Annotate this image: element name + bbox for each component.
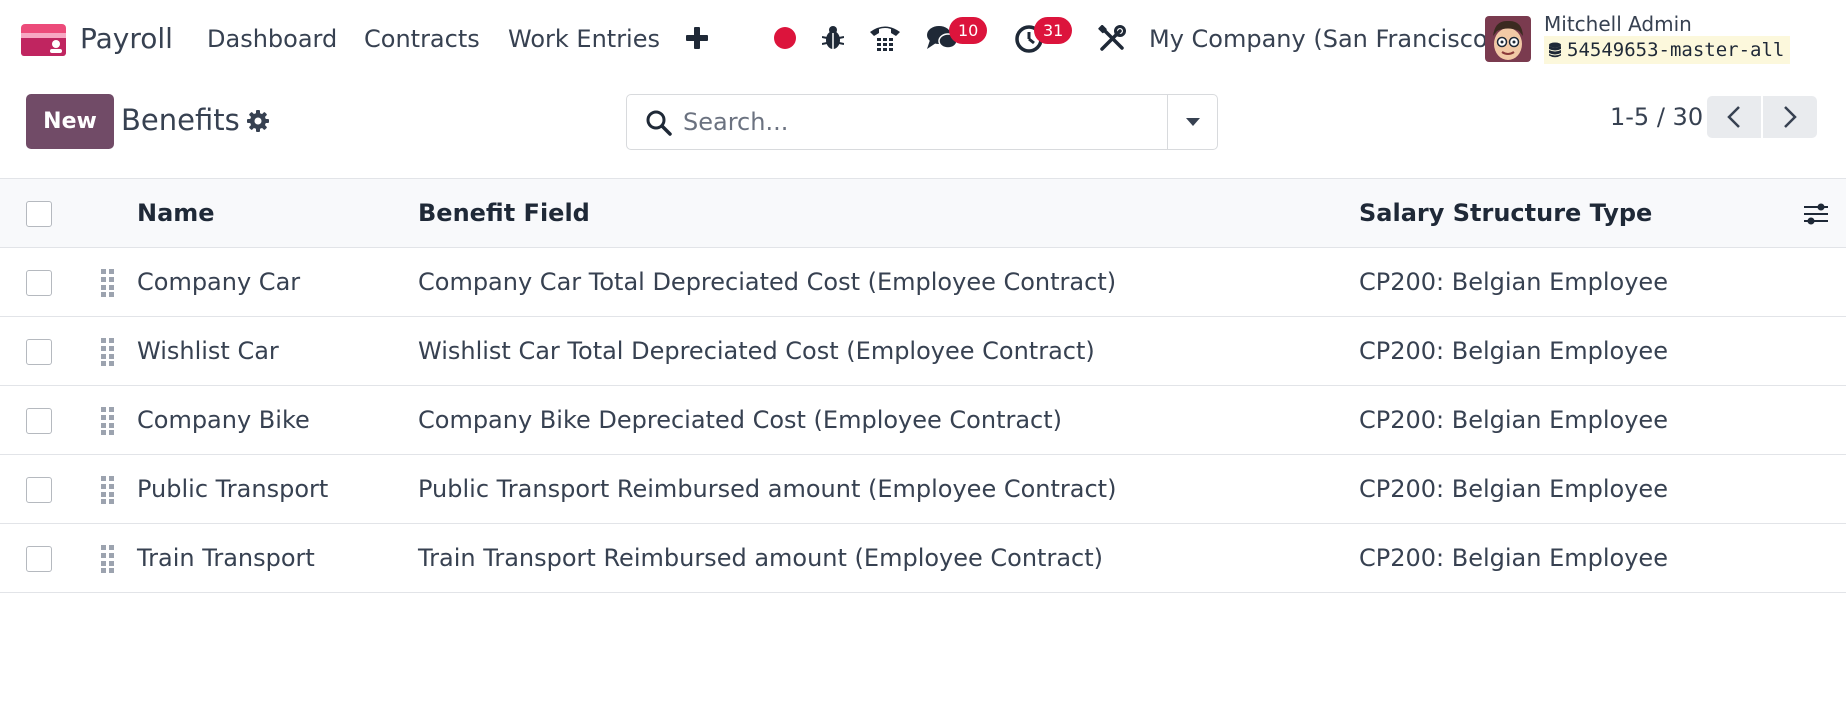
cell-name: Train Transport bbox=[137, 544, 315, 572]
cell-salary-structure-type: CP200: Belgian Employee bbox=[1359, 268, 1668, 296]
drag-handle-icon[interactable] bbox=[100, 406, 115, 435]
database-icon bbox=[1549, 42, 1561, 58]
caret-down-icon bbox=[1185, 118, 1200, 126]
app-name[interactable]: Payroll bbox=[80, 22, 173, 55]
row-checkbox[interactable] bbox=[26, 270, 52, 296]
phone-icon[interactable] bbox=[868, 23, 902, 53]
table-header: Name Benefit Field Salary Structure Type bbox=[0, 179, 1846, 248]
drag-handle-icon[interactable] bbox=[100, 544, 115, 573]
gear-icon[interactable] bbox=[247, 110, 269, 132]
table-row[interactable]: Company Bike Company Bike Depreciated Co… bbox=[0, 386, 1846, 455]
cell-benefit-field: Train Transport Reimbursed amount (Emplo… bbox=[418, 544, 1104, 572]
cell-benefit-field: Wishlist Car Total Depreciated Cost (Emp… bbox=[418, 337, 1095, 365]
top-navbar: Payroll Dashboard Contracts Work Entries bbox=[0, 0, 1846, 78]
search-options-toggle[interactable] bbox=[1167, 95, 1217, 149]
company-switcher[interactable]: My Company (San Francisco) bbox=[1149, 25, 1497, 53]
drag-handle-icon[interactable] bbox=[100, 337, 115, 366]
cell-benefit-field: Public Transport Reimbursed amount (Empl… bbox=[418, 475, 1117, 503]
menu-dashboard[interactable]: Dashboard bbox=[207, 25, 337, 53]
user-name[interactable]: Mitchell Admin bbox=[1544, 12, 1692, 36]
column-header-benefit-field[interactable]: Benefit Field bbox=[418, 199, 590, 227]
drag-handle-icon[interactable] bbox=[100, 475, 115, 504]
row-checkbox[interactable] bbox=[26, 477, 52, 503]
pager-value[interactable]: 1-5 / 30 bbox=[1610, 103, 1703, 131]
search-icon bbox=[646, 110, 672, 136]
row-checkbox[interactable] bbox=[26, 546, 52, 572]
select-all-checkbox[interactable] bbox=[26, 201, 52, 227]
column-header-salary-structure-type[interactable]: Salary Structure Type bbox=[1359, 199, 1652, 227]
cell-name: Company Bike bbox=[137, 406, 310, 434]
cell-name: Wishlist Car bbox=[137, 337, 279, 365]
activities-badge: 31 bbox=[1034, 17, 1073, 44]
tools-icon[interactable] bbox=[1098, 25, 1126, 53]
search-bar bbox=[626, 94, 1218, 150]
database-name: 54549653-master-all bbox=[1567, 39, 1785, 61]
pager-previous-button[interactable] bbox=[1707, 96, 1761, 138]
pager-next-button[interactable] bbox=[1763, 96, 1817, 138]
row-checkbox[interactable] bbox=[26, 339, 52, 365]
menu-contracts[interactable]: Contracts bbox=[364, 25, 480, 53]
cell-name: Company Car bbox=[137, 268, 301, 296]
chevron-right-icon bbox=[1784, 106, 1797, 128]
recording-dot-icon[interactable] bbox=[774, 27, 796, 49]
search-input[interactable] bbox=[683, 104, 1083, 140]
cell-salary-structure-type: CP200: Belgian Employee bbox=[1359, 544, 1668, 572]
table-row[interactable]: Wishlist Car Wishlist Car Total Deprecia… bbox=[0, 317, 1846, 386]
table-row[interactable]: Public Transport Public Transport Reimbu… bbox=[0, 455, 1846, 524]
messages-badge: 10 bbox=[949, 17, 988, 44]
table-row[interactable]: Train Transport Train Transport Reimburs… bbox=[0, 524, 1846, 593]
payroll-app-icon[interactable] bbox=[21, 24, 66, 56]
row-checkbox[interactable] bbox=[26, 408, 52, 434]
drag-handle-icon[interactable] bbox=[100, 268, 115, 297]
cell-salary-structure-type: CP200: Belgian Employee bbox=[1359, 475, 1668, 503]
cell-benefit-field: Company Bike Depreciated Cost (Employee … bbox=[418, 406, 1063, 434]
bug-icon[interactable] bbox=[822, 25, 844, 51]
avatar[interactable] bbox=[1485, 16, 1531, 62]
table-row[interactable]: Company Car Company Car Total Depreciate… bbox=[0, 248, 1846, 317]
page-title: Benefits bbox=[121, 103, 240, 137]
new-button[interactable]: New bbox=[26, 94, 114, 149]
plus-icon[interactable] bbox=[684, 24, 710, 52]
cell-benefit-field: Company Car Total Depreciated Cost (Empl… bbox=[418, 268, 1117, 296]
cell-salary-structure-type: CP200: Belgian Employee bbox=[1359, 406, 1668, 434]
cell-name: Public Transport bbox=[137, 475, 329, 503]
database-chip: 54549653-master-all bbox=[1544, 36, 1791, 64]
benefits-list: Name Benefit Field Salary Structure Type… bbox=[0, 178, 1846, 593]
column-header-name[interactable]: Name bbox=[137, 199, 215, 227]
cell-salary-structure-type: CP200: Belgian Employee bbox=[1359, 337, 1668, 365]
optional-columns-icon[interactable] bbox=[1802, 201, 1830, 227]
menu-work-entries[interactable]: Work Entries bbox=[508, 25, 660, 53]
chevron-left-icon bbox=[1727, 106, 1740, 128]
